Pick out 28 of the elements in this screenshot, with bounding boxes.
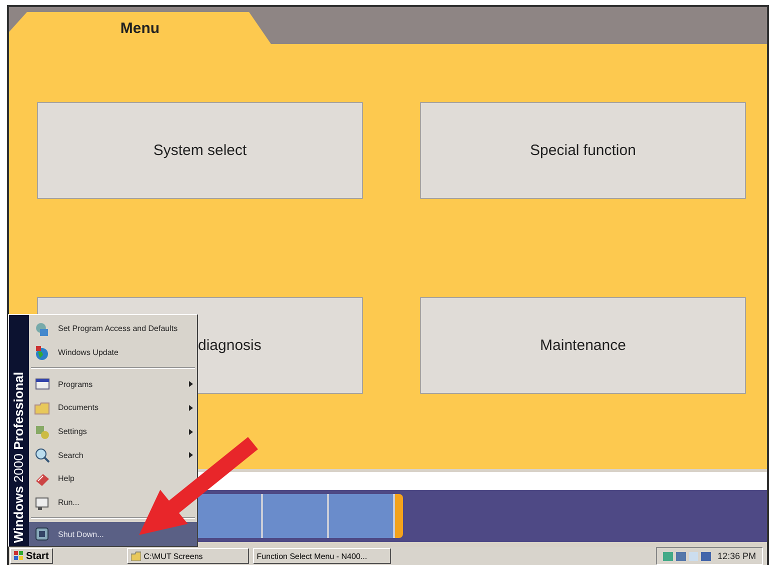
clock: 12:36 PM bbox=[717, 551, 756, 561]
start-menu-item[interactable]: Settings bbox=[29, 420, 197, 444]
taskbar-button[interactable]: C:\MUT Screens bbox=[126, 548, 249, 564]
folder-icon bbox=[130, 551, 141, 561]
taskbar-button[interactable]: Function Select Menu - N400... bbox=[252, 548, 391, 564]
start-menu-item[interactable]: Search bbox=[29, 443, 197, 468]
start-menu-item[interactable]: Shut Down... bbox=[29, 522, 197, 546]
tray-icons bbox=[663, 550, 712, 562]
computer-icon bbox=[34, 526, 50, 542]
start-button[interactable]: Start bbox=[10, 548, 53, 564]
submenu-arrow-icon bbox=[189, 404, 193, 411]
start-menu-item[interactable]: Run... bbox=[29, 490, 197, 514]
submenu-arrow-icon bbox=[189, 381, 193, 388]
menu-tab[interactable]: Menu bbox=[9, 12, 271, 44]
menu-button[interactable]: Special function bbox=[420, 102, 746, 199]
start-menu-item[interactable]: Documents bbox=[29, 396, 197, 420]
submenu-arrow-icon bbox=[189, 428, 193, 435]
globe-icon bbox=[34, 344, 50, 360]
submenu-arrow-icon bbox=[189, 452, 193, 458]
menu-button[interactable]: System select bbox=[37, 102, 363, 199]
settings-icon bbox=[34, 424, 50, 440]
search-icon bbox=[34, 447, 50, 464]
start-menu-item[interactable]: Help bbox=[29, 467, 197, 491]
banner-text: Windows 2000 Professional bbox=[10, 372, 27, 543]
menu-button[interactable]: Maintenance bbox=[420, 297, 746, 394]
windows-flag-icon bbox=[14, 551, 24, 561]
folder-icon bbox=[34, 400, 50, 416]
window-icon bbox=[34, 376, 50, 392]
